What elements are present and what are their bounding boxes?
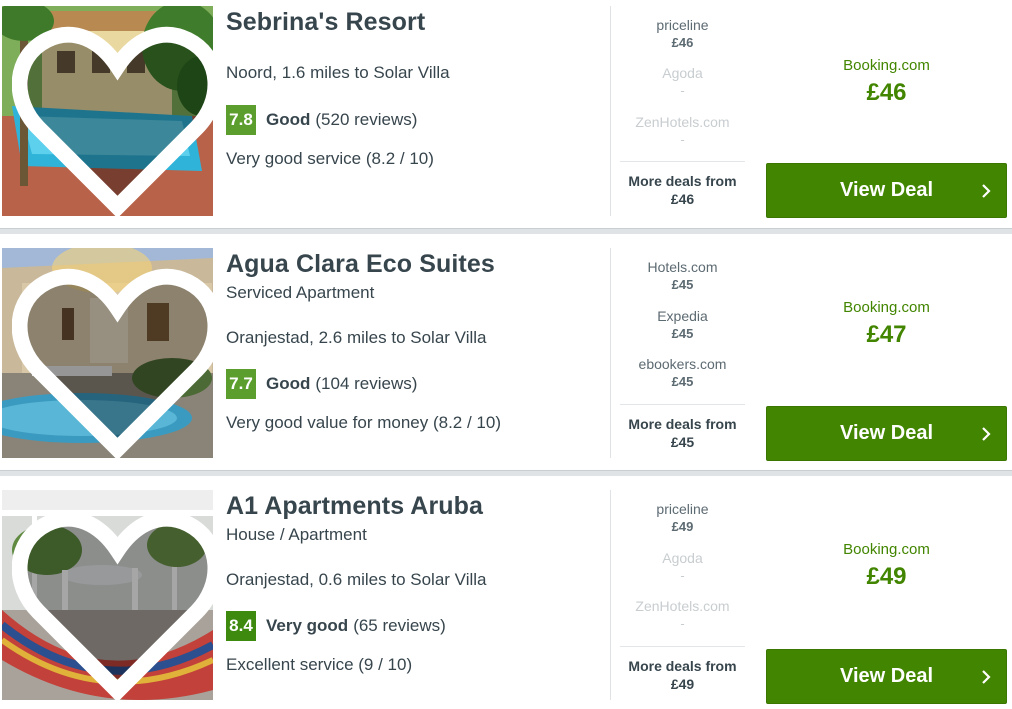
hotel-listing: A1 Apartments Aruba House / Apartment Or… [0,478,1012,709]
alt-deal-provider: Hotels.com [647,259,718,275]
heart-icon[interactable] [12,14,213,216]
alt-deal-provider: ZenHotels.com [635,598,730,614]
rating-detail: Very good service (8.2 / 10) [226,149,434,168]
hotel-photo[interactable] [2,248,213,458]
more-deals-label: More deals from [628,658,737,674]
view-deal-label: View Deal [839,422,934,444]
more-deals-price: £46 [670,191,695,207]
more-deals-label: More deals from [628,416,737,432]
alt-deal-price: £49 [671,519,694,534]
rating-score-badge: 7.7 [226,369,256,399]
rating-label: Good [266,374,311,393]
alt-deal-provider: Expedia [657,308,708,324]
more-deals-label: More deals from [628,173,737,189]
main-deal-provider: Booking.com [843,299,930,316]
view-deal-button[interactable]: View Deal [766,163,1007,218]
view-deal-label: View Deal [839,179,934,201]
alt-deal-provider: priceline [656,17,709,33]
alt-deal-provider: Agoda [662,550,703,566]
chevron-right-icon [982,184,991,198]
alt-deal-price: - [680,616,685,631]
divider [610,490,611,700]
hotel-photo[interactable] [2,6,213,216]
alt-deal-price: - [680,83,685,98]
heart-icon[interactable] [12,256,213,458]
more-deals-price: £49 [670,676,695,692]
main-deal-price[interactable]: £49 [766,563,1007,591]
alt-deal: ZenHotels.com - [620,113,745,149]
main-deal-price[interactable]: £47 [766,321,1007,349]
alt-deal-provider: ebookers.com [638,356,727,372]
rating-detail: Excellent service (9 / 10) [226,655,413,674]
rating-label: Very good [266,616,349,635]
alt-deal-provider: Agoda [662,65,703,81]
hotel-listing: Sebrina's Resort Noord, 1.6 miles to Sol… [0,0,1012,228]
alt-deal-provider: priceline [656,501,709,517]
hotel-photo[interactable] [2,490,213,700]
alt-deal[interactable]: priceline £46 [620,16,745,52]
rating-score-badge: 8.4 [226,611,256,641]
alt-deal[interactable]: ebookers.com £45 [620,355,745,391]
hotel-type: House / Apartment [226,525,367,544]
main-deal-provider: Booking.com [843,541,930,558]
rating-label: Good [266,110,311,129]
review-count: (104 reviews) [315,374,418,393]
main-deal-provider: Booking.com [843,57,930,74]
divider [610,248,611,458]
view-deal-label: View Deal [839,665,934,687]
alt-deal[interactable]: Expedia £45 [620,307,745,343]
alt-deal[interactable]: Hotels.com £45 [620,258,745,294]
hotel-name[interactable]: Agua Clara Eco Suites [226,250,495,279]
main-deal-price[interactable]: £46 [766,79,1007,107]
alt-deal-price: £45 [671,374,694,389]
rating-row: 8.4 Very good (65 reviews) [226,611,446,641]
heart-icon[interactable] [12,498,213,700]
alt-deal-provider: ZenHotels.com [635,114,730,130]
review-count: (520 reviews) [315,110,418,129]
alt-deal: Agoda - [620,549,745,585]
listing-separator [0,470,1012,476]
hotel-listing: Agua Clara Eco Suites Serviced Apartment… [0,236,1012,470]
rating-detail: Very good value for money (8.2 / 10) [226,413,501,432]
alt-deal[interactable]: priceline £49 [620,500,745,536]
chevron-right-icon [982,427,991,441]
alt-deal-price: £46 [671,35,694,50]
chevron-right-icon [982,670,991,684]
rating-score-badge: 7.8 [226,105,256,135]
review-count: (65 reviews) [353,616,446,635]
hotel-location: Noord, 1.6 miles to Solar Villa [226,63,450,82]
hotel-location: Oranjestad, 2.6 miles to Solar Villa [226,328,487,347]
more-deals-link[interactable]: More deals from £49 [620,646,745,693]
rating-row: 7.8 Good (520 reviews) [226,105,417,135]
more-deals-price: £45 [670,434,695,450]
alt-deal-price: £45 [671,277,694,292]
view-deal-button[interactable]: View Deal [766,649,1007,704]
hotel-name[interactable]: Sebrina's Resort [226,8,425,37]
hotel-type: Serviced Apartment [226,283,375,302]
view-deal-button[interactable]: View Deal [766,406,1007,461]
alt-deal: Agoda - [620,64,745,100]
divider [610,6,611,216]
hotel-location: Oranjestad, 0.6 miles to Solar Villa [226,570,487,589]
rating-row: 7.7 Good (104 reviews) [226,369,417,399]
listing-separator [0,228,1012,234]
alt-deal-price: - [680,132,685,147]
alt-deal-price: - [680,568,685,583]
alt-deal: ZenHotels.com - [620,597,745,633]
hotel-name[interactable]: A1 Apartments Aruba [226,492,483,521]
alt-deal-price: £45 [671,326,694,341]
more-deals-link[interactable]: More deals from £46 [620,161,745,208]
more-deals-link[interactable]: More deals from £45 [620,404,745,451]
